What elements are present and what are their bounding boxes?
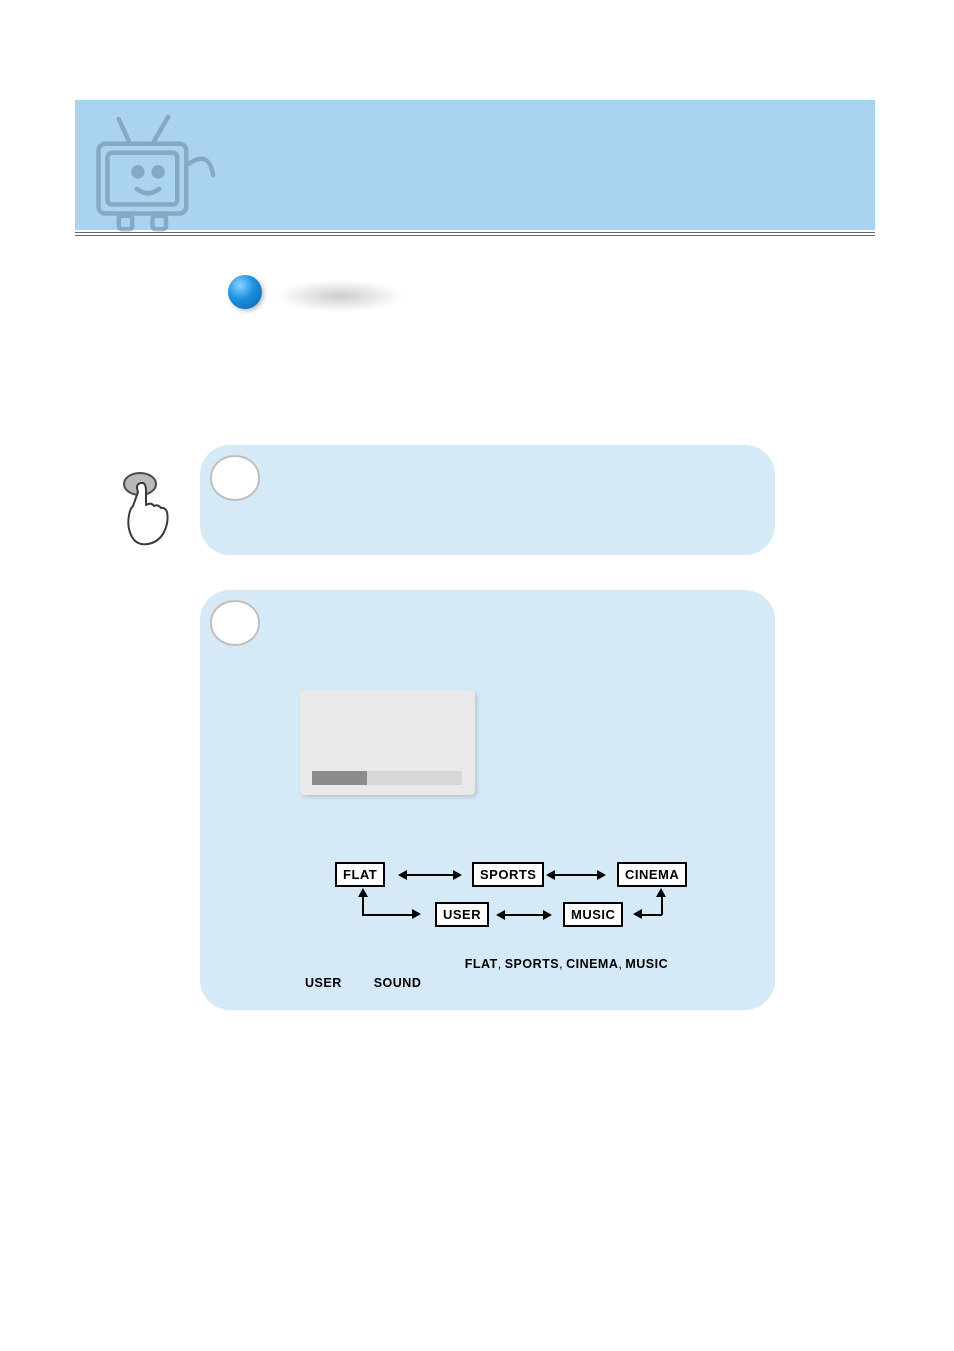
word-flat: FLAT (465, 957, 498, 971)
manual-page: FLAT SPORTS CINEMA USER MUSIC xxxxxxxxxx… (0, 0, 954, 1351)
step-2-circle (210, 600, 260, 646)
step-2-panel (200, 590, 775, 1010)
step-1-panel (200, 445, 775, 555)
mode-box-user: USER (435, 902, 489, 927)
mode-cycle-diagram: FLAT SPORTS CINEMA USER MUSIC (335, 862, 715, 932)
arrow-icon (548, 874, 604, 876)
word-user: USER (305, 976, 342, 990)
mode-description-text: xxxxxxxxxxxxxxxxxxxxxxxxx FLAT, SPORTS, … (305, 955, 755, 994)
arrow-icon (400, 874, 460, 876)
bullet-shadow (275, 280, 405, 312)
press-button-icon (118, 470, 178, 555)
word-sports: SPORTS (505, 957, 559, 971)
arrow-icon (498, 914, 550, 916)
connector-line (362, 896, 364, 915)
mode-box-music: MUSIC (563, 902, 623, 927)
tv-screen-preview (300, 690, 475, 795)
arrow-right-icon (412, 909, 421, 919)
arrow-up-icon (656, 888, 666, 897)
osd-bar-fill (312, 771, 367, 785)
word-music: MUSIC (625, 957, 668, 971)
arrow-left-icon (633, 909, 642, 919)
word-sound: SOUND (374, 976, 422, 990)
mode-box-flat: FLAT (335, 862, 385, 887)
connector-line (642, 914, 662, 916)
connector-line (362, 914, 412, 916)
mode-box-cinema: CINEMA (617, 862, 687, 887)
bullet-sphere-icon (228, 275, 262, 309)
step-1-circle (210, 455, 260, 501)
connector-line (661, 896, 663, 915)
word-cinema: CINEMA (566, 957, 618, 971)
mode-box-sports: SPORTS (472, 862, 544, 887)
tv-mascot-icon (85, 110, 220, 245)
